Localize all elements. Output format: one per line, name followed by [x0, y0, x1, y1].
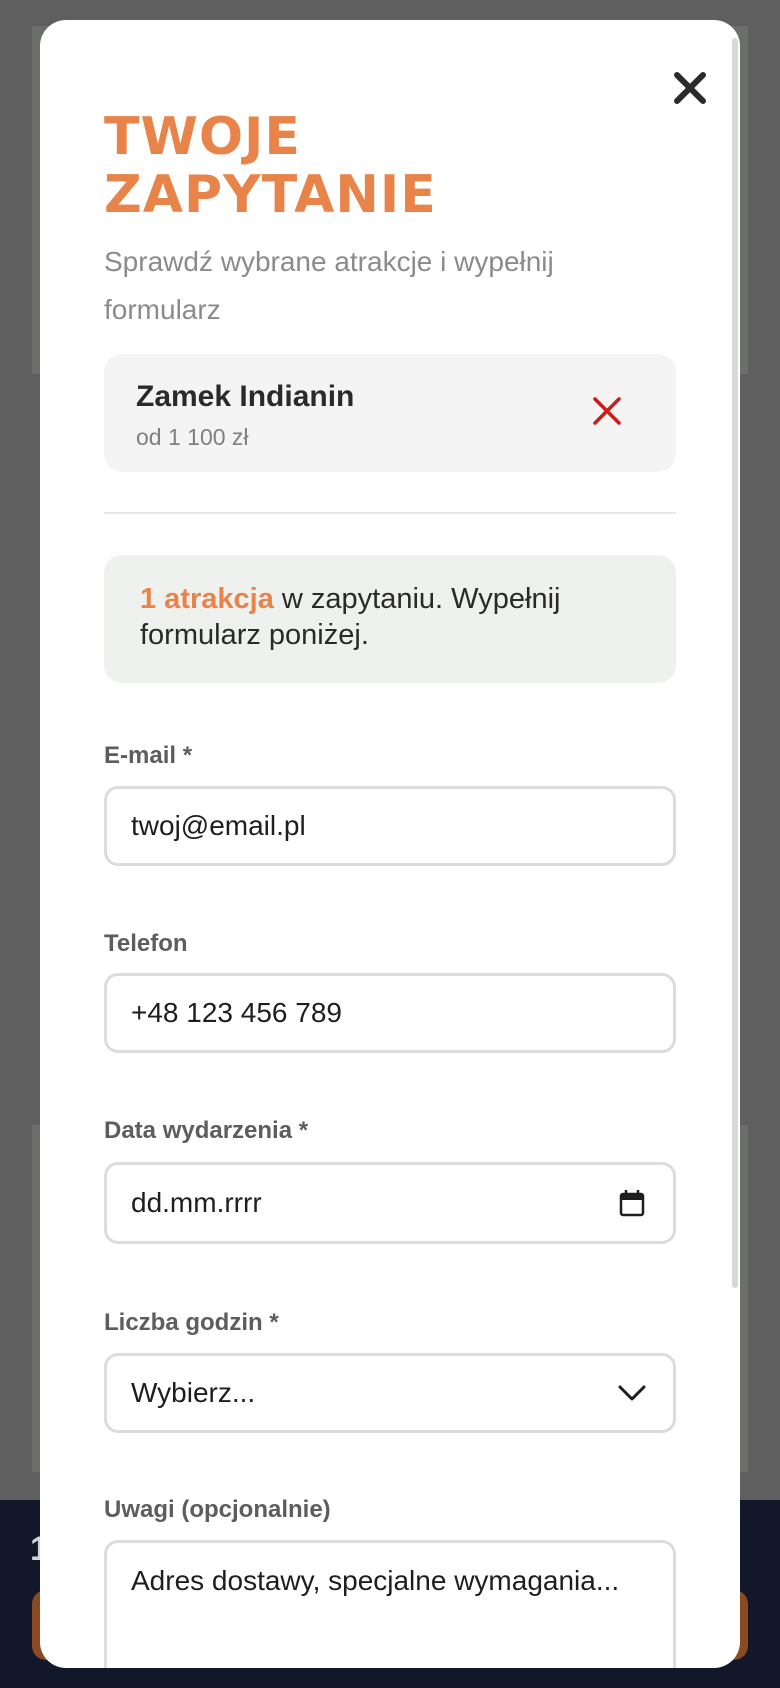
phone-field-wrapper [104, 973, 676, 1053]
notes-field-wrapper [104, 1540, 676, 1668]
attraction-name: Zamek Indianin [136, 380, 355, 413]
email-field-wrapper [104, 786, 676, 866]
divider [104, 512, 676, 514]
inquiry-info-box: 1 atrakcja w zapytaniu. Wypełnij formula… [104, 555, 676, 683]
selected-attraction-card: Zamek Indianin od 1 100 zł [104, 354, 676, 472]
remove-attraction-button[interactable] [584, 390, 630, 436]
attraction-count: 1 atrakcja [140, 583, 274, 615]
phone-field[interactable] [131, 997, 649, 1029]
modal-scrollbar[interactable] [732, 38, 738, 1288]
email-field[interactable] [131, 810, 649, 842]
close-icon [673, 71, 707, 110]
calendar-icon[interactable] [615, 1186, 649, 1220]
date-field[interactable]: dd.mm.rrrr [104, 1162, 676, 1244]
hours-label: Liczba godzin * [104, 1309, 279, 1336]
notes-label: Uwagi (opcjonalnie) [104, 1496, 331, 1523]
hours-select-value: Wybierz... [131, 1377, 256, 1408]
phone-label: Telefon [104, 930, 188, 957]
attraction-price: od 1 100 zł [136, 424, 249, 450]
date-label: Data wydarzenia * [104, 1117, 309, 1144]
modal-subtitle: Sprawdź wybrane atrakcje i wypełnij form… [104, 246, 554, 325]
email-label: E-mail * [104, 742, 193, 769]
remove-x-icon [591, 395, 623, 432]
close-button[interactable] [660, 60, 720, 120]
inquiry-modal: TWOJE ZAPYTANIE Sprawdź wybrane atrakcje… [40, 20, 740, 1668]
modal-title: TWOJE ZAPYTANIE [104, 107, 437, 225]
chevron-down-icon [615, 1376, 649, 1410]
hours-select[interactable]: Wybierz... [104, 1353, 676, 1433]
notes-field[interactable] [131, 1565, 649, 1668]
date-field-value: dd.mm.rrrr [131, 1187, 262, 1218]
